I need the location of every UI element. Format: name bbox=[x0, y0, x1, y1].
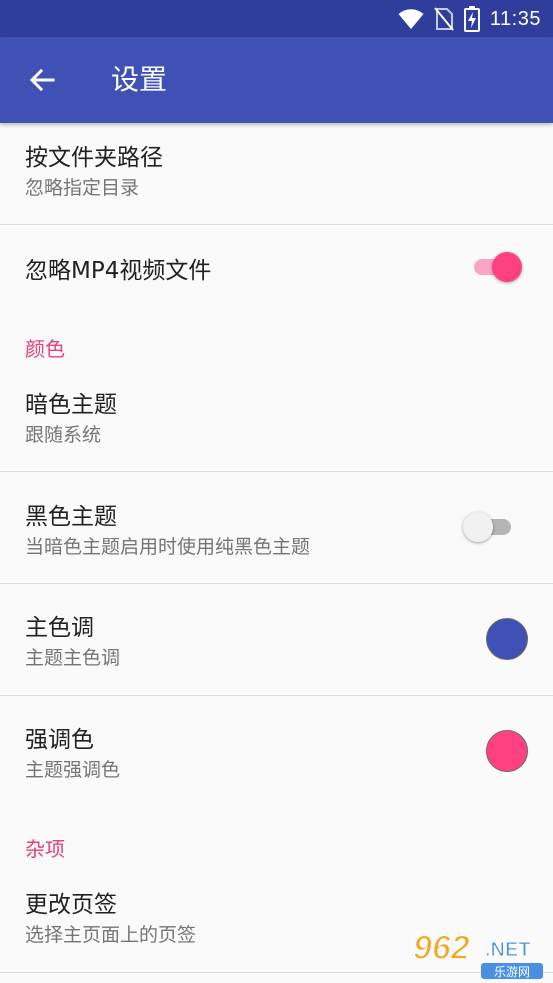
setting-subtitle: 当暗色主题启用时使用纯黑色主题 bbox=[25, 536, 311, 558]
setting-subtitle: 主题强调色 bbox=[25, 759, 121, 781]
section-header-misc: 杂项 bbox=[25, 837, 65, 861]
status-bar: 11:35 bbox=[0, 0, 553, 37]
setting-subtitle: 选择主页面上的页签 bbox=[25, 924, 197, 946]
app-bar: 设置 bbox=[0, 37, 553, 123]
black-theme-switch[interactable] bbox=[463, 511, 511, 542]
setting-primary-color[interactable]: 主色调 主题主色调 bbox=[0, 584, 553, 695]
arrow-left-icon bbox=[29, 68, 55, 92]
svg-text:乐游网: 乐游网 bbox=[494, 965, 530, 979]
setting-title: 按文件夹路径 bbox=[25, 145, 163, 171]
watermark-logo: 962 .NET 乐游网 bbox=[412, 928, 543, 979]
setting-black-theme[interactable]: 黑色主题 当暗色主题启用时使用纯黑色主题 bbox=[0, 472, 553, 583]
setting-dark-theme[interactable]: 暗色主题 跟随系统 bbox=[0, 370, 553, 471]
setting-title: 黑色主题 bbox=[25, 504, 117, 530]
setting-ignore-mp4[interactable]: 忽略MP4视频文件 bbox=[0, 225, 553, 309]
setting-accent-color[interactable]: 强调色 主题强调色 bbox=[0, 696, 553, 801]
ignore-mp4-switch[interactable] bbox=[474, 251, 522, 282]
status-icons: 11:35 bbox=[398, 6, 541, 32]
setting-title: 主色调 bbox=[25, 615, 94, 641]
svg-text:962: 962 bbox=[413, 929, 470, 967]
setting-title: 更改页签 bbox=[25, 892, 117, 918]
back-button[interactable] bbox=[22, 60, 62, 100]
setting-subtitle: 忽略指定目录 bbox=[25, 177, 140, 199]
page-title: 设置 bbox=[111, 63, 168, 96]
svg-text:.NET: .NET bbox=[485, 939, 531, 961]
setting-title: 忽略MP4视频文件 bbox=[25, 258, 212, 284]
setting-folder-path[interactable]: 按文件夹路径 忽略指定目录 bbox=[0, 123, 553, 224]
accent-color-swatch[interactable] bbox=[486, 730, 528, 772]
setting-subtitle: 主题主色调 bbox=[25, 647, 121, 669]
setting-title: 暗色主题 bbox=[25, 392, 117, 418]
no-sim-icon bbox=[434, 7, 454, 31]
battery-charging-icon bbox=[463, 6, 480, 32]
switch-thumb bbox=[492, 252, 522, 282]
wifi-icon bbox=[398, 9, 424, 29]
primary-color-swatch[interactable] bbox=[486, 618, 528, 660]
setting-subtitle: 跟随系统 bbox=[25, 424, 102, 446]
setting-title: 强调色 bbox=[25, 727, 94, 753]
status-time: 11:35 bbox=[489, 7, 541, 30]
section-header-color: 颜色 bbox=[25, 337, 65, 361]
switch-thumb bbox=[463, 512, 493, 542]
